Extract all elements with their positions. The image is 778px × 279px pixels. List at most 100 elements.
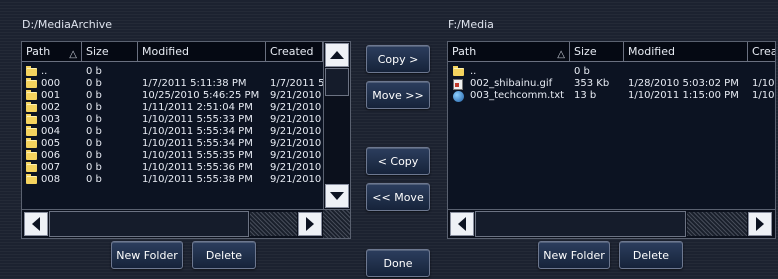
file-row[interactable]: .. 0 b — [448, 66, 775, 78]
file-modified: 10/25/2010 5:46:25 PM — [142, 90, 260, 101]
copy-right-button[interactable]: Copy > — [366, 45, 430, 73]
right-path-label: F:/Media — [448, 18, 494, 31]
left-col-path[interactable]: Path △ — [22, 42, 82, 62]
right-col-path[interactable]: Path △ — [448, 42, 570, 62]
left-new-folder-button[interactable]: New Folder — [111, 241, 183, 269]
arrow-left-icon — [458, 217, 466, 231]
file-created — [270, 66, 323, 78]
file-name: 003_techcomm.txt — [470, 90, 565, 101]
file-size: 0 b — [86, 90, 102, 101]
file-size: 0 b — [86, 174, 102, 185]
file-created: 9/21/2010 — [270, 90, 322, 101]
file-created: 9/21/2010 — [270, 174, 322, 185]
folder-icon — [26, 90, 37, 100]
gif-file-icon — [453, 79, 463, 90]
file-modified: 1/11/2011 2:51:04 PM — [142, 102, 253, 113]
left-col-created[interactable]: Created — [266, 42, 323, 62]
file-size: 0 b — [86, 114, 102, 125]
file-modified: 1/10/2011 1:15:00 PM — [628, 90, 739, 101]
file-row[interactable]: 004 0 b 1/10/2011 5:55:34 PM 9/21/2010 — [22, 126, 350, 138]
left-col-modified[interactable]: Modified — [138, 42, 266, 62]
file-row[interactable]: .. 0 b — [22, 66, 350, 78]
left-col-path-label: Path — [26, 45, 51, 58]
file-modified: 1/10/2011 5:55:38 PM — [142, 174, 253, 185]
file-created: 1/10, — [752, 78, 775, 89]
file-name: 003 — [41, 114, 61, 125]
file-modified: 1/10/2011 5:55:33 PM — [142, 114, 253, 125]
file-created: 1/10, — [752, 90, 775, 101]
left-vertical-scroll-thumb[interactable] — [325, 68, 349, 96]
file-name: 004 — [41, 126, 61, 137]
right-col-modified[interactable]: Modified — [624, 42, 748, 62]
right-col-size[interactable]: Size — [570, 42, 624, 62]
left-list-header: Path △ Size Modified Created — [22, 42, 323, 62]
file-size: 13 b — [574, 90, 597, 101]
arrow-down-icon — [330, 192, 344, 200]
file-created: 9/21/2010 — [270, 138, 322, 149]
file-name: 002 — [41, 102, 61, 113]
file-name: .. — [470, 66, 477, 77]
right-new-folder-button[interactable]: New Folder — [538, 241, 610, 269]
scroll-down-button[interactable] — [325, 184, 349, 208]
file-size: 0 b — [86, 138, 102, 149]
file-row[interactable]: 002_shibainu.gif 353 Kb 1/28/2010 5:03:02 … — [448, 78, 775, 90]
left-horizontal-scrollbar[interactable] — [22, 209, 350, 238]
folder-icon — [26, 138, 37, 148]
scroll-left-button[interactable] — [24, 212, 48, 236]
file-size: 0 b — [86, 78, 102, 89]
left-file-list[interactable]: Path △ Size Modified Created .. 0 b 000 0 b… — [21, 41, 351, 239]
left-horizontal-scroll-thumb[interactable] — [49, 211, 249, 237]
file-size: 0 b — [86, 126, 102, 137]
folder-up-icon — [26, 66, 37, 76]
scroll-right-button[interactable] — [748, 212, 772, 236]
scroll-right-button[interactable] — [298, 212, 322, 236]
right-file-list[interactable]: Path △ Size Modified Crea .. 0 b 002_shiba… — [447, 41, 776, 239]
file-modified: 1/10/2011 5:55:34 PM — [142, 126, 253, 137]
right-scroll-track — [687, 212, 747, 236]
sort-ascending-icon: △ — [69, 49, 77, 60]
left-scroll-corner — [323, 210, 350, 238]
file-name: 000 — [41, 78, 61, 89]
folder-icon — [26, 126, 37, 136]
move-right-button[interactable]: Move >> — [366, 81, 430, 109]
file-row[interactable]: 003_techcomm.txt 13 b 1/10/2011 1:15:00 PM… — [448, 90, 775, 102]
file-row[interactable]: 003 0 b 1/10/2011 5:55:33 PM 9/21/2010 — [22, 114, 350, 126]
folder-icon — [26, 78, 37, 88]
file-name: 005 — [41, 138, 61, 149]
left-delete-button[interactable]: Delete — [192, 241, 256, 269]
file-name: 002_shibainu.gif — [470, 78, 553, 89]
right-horizontal-scroll-thumb[interactable] — [475, 211, 686, 237]
left-col-size[interactable]: Size — [82, 42, 138, 62]
file-modified: 1/10/2011 5:55:36 PM — [142, 162, 253, 173]
left-path-label: D:/MediaArchive — [22, 18, 113, 31]
file-row[interactable]: 002 0 b 1/11/2011 2:51:04 PM 9/21/2010 — [22, 102, 350, 114]
file-created: 1/7/2011 5 — [270, 78, 323, 89]
left-vertical-scrollbar[interactable] — [323, 42, 350, 209]
file-modified — [628, 66, 748, 78]
done-button[interactable]: Done — [366, 249, 430, 277]
file-size: 0 b — [86, 66, 102, 77]
file-row[interactable]: 005 0 b 1/10/2011 5:55:34 PM 9/21/2010 — [22, 138, 350, 150]
file-name: 007 — [41, 162, 61, 173]
move-left-button[interactable]: << Move — [366, 183, 430, 211]
right-delete-button[interactable]: Delete — [619, 241, 683, 269]
file-size: 0 b — [86, 150, 102, 161]
file-name: 006 — [41, 150, 61, 161]
file-row[interactable]: 000 0 b 1/7/2011 5:11:38 PM 1/7/2011 5 — [22, 78, 350, 90]
file-row[interactable]: 006 0 b 1/10/2011 5:55:35 PM 9/21/2010 — [22, 150, 350, 162]
folder-icon — [26, 102, 37, 112]
scroll-left-button[interactable] — [450, 212, 474, 236]
right-horizontal-scrollbar[interactable] — [448, 209, 775, 238]
file-name: 001 — [41, 90, 61, 101]
file-row[interactable]: 007 0 b 1/10/2011 5:55:36 PM 9/21/2010 — [22, 162, 350, 174]
folder-icon — [26, 150, 37, 160]
folder-icon — [26, 114, 37, 124]
copy-left-button[interactable]: < Copy — [366, 147, 430, 175]
scroll-up-button[interactable] — [325, 43, 349, 67]
sort-ascending-icon: △ — [557, 49, 565, 60]
file-row[interactable]: 008 0 b 1/10/2011 5:55:38 PM 9/21/2010 — [22, 174, 350, 186]
folder-icon — [26, 174, 37, 184]
file-row[interactable]: 001 0 b 10/25/2010 5:46:25 PM 9/21/2010 — [22, 90, 350, 102]
file-created: 9/21/2010 — [270, 150, 322, 161]
right-col-created[interactable]: Crea — [748, 42, 775, 62]
